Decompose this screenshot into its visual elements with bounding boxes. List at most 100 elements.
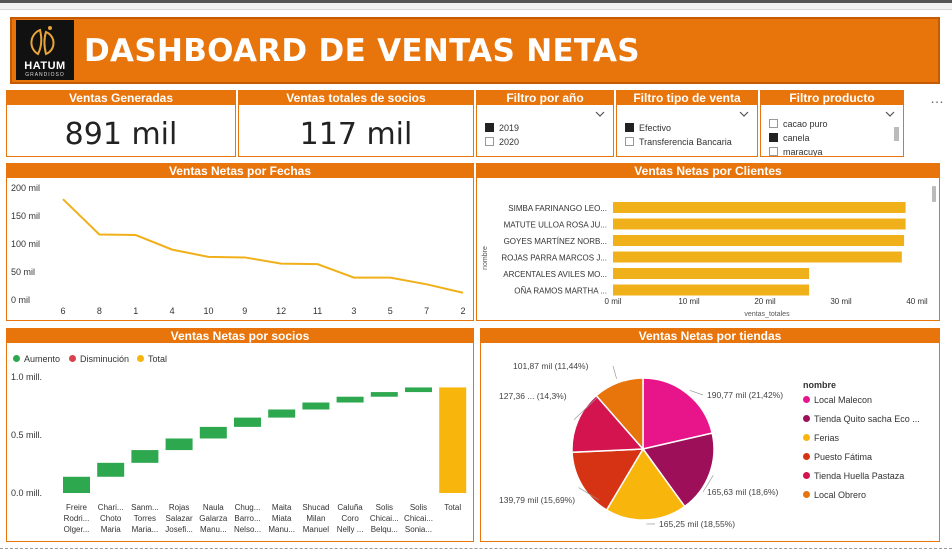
brand-logo: HATUM GRANDIOSO bbox=[16, 20, 74, 80]
chevron-down-icon[interactable] bbox=[885, 109, 895, 120]
x-tick-label: Milan bbox=[306, 514, 325, 523]
filter-option-transferencia[interactable]: Transferencia Bancaria bbox=[625, 137, 732, 147]
increase-bar bbox=[268, 409, 296, 418]
legend-item: Puesto Fátima bbox=[814, 452, 872, 462]
legend-marker bbox=[803, 453, 810, 460]
checkbox-icon[interactable] bbox=[769, 133, 778, 142]
slicer-scrollbar[interactable] bbox=[894, 127, 899, 141]
x-tick-label: 4 bbox=[170, 306, 175, 316]
x-tick-label: Solis bbox=[376, 503, 393, 512]
chart-socios-panel: Ventas Netas por socios Aumento Disminuc… bbox=[6, 328, 474, 542]
x-tick-label: Total bbox=[444, 503, 461, 512]
x-tick-label: Chicai... bbox=[404, 514, 433, 523]
kpi-value: 117 mil bbox=[299, 117, 413, 152]
increase-dot-icon bbox=[13, 355, 20, 362]
checkbox-icon[interactable] bbox=[769, 147, 778, 156]
x-tick-label: Josefi... bbox=[165, 525, 193, 534]
chart-title: Ventas Netas por tiendas bbox=[481, 329, 939, 343]
increase-bar bbox=[131, 450, 159, 463]
x-tick-label: Manu... bbox=[200, 525, 227, 534]
y-tick-label: 50 mil bbox=[11, 267, 35, 277]
kpi-label: Ventas totales de socios bbox=[239, 91, 473, 105]
filter-option-efectivo[interactable]: Efectivo bbox=[625, 123, 671, 133]
filter-year-slicer[interactable]: Filtro por año 2019 2020 bbox=[476, 90, 614, 157]
cacao-logo-icon bbox=[30, 26, 55, 56]
category-label: OÑA RAMOS MARTHA ... bbox=[514, 287, 607, 296]
legend-total[interactable]: Total bbox=[137, 354, 167, 364]
increase-bar bbox=[97, 462, 125, 477]
legend-item: Ferias bbox=[814, 433, 840, 443]
x-tick-label: Caluña bbox=[337, 503, 363, 512]
chevron-down-icon[interactable] bbox=[739, 109, 749, 120]
x-tick-label: 20 mil bbox=[754, 297, 776, 306]
chevron-down-icon[interactable] bbox=[595, 109, 605, 120]
category-label: ROJAS PARRA MARCOS J... bbox=[501, 254, 607, 263]
x-tick-label: Coro bbox=[341, 514, 359, 523]
x-tick-label: Maria bbox=[101, 525, 122, 534]
y-tick-label: 0 mil bbox=[11, 295, 30, 305]
chart-clientes-panel: Ventas Netas por Clientes nombre SIMBA FA… bbox=[476, 163, 940, 321]
legend-aumento[interactable]: Aumento bbox=[13, 354, 60, 364]
logo-text: HATUM bbox=[24, 60, 66, 72]
x-tick-label: 12 bbox=[276, 306, 286, 316]
x-tick-label: 3 bbox=[351, 306, 356, 316]
bar-chart-clientes[interactable]: nombre SIMBA FARINANGO LEO... MATUTE ULLOA… bbox=[477, 178, 939, 320]
x-tick-label: 7 bbox=[424, 306, 429, 316]
legend-item: Local Malecon bbox=[814, 395, 872, 405]
client-bar bbox=[613, 268, 810, 279]
filter-option-2019[interactable]: 2019 bbox=[485, 123, 519, 133]
client-bar bbox=[613, 202, 906, 213]
legend-disminucion[interactable]: Disminución bbox=[69, 354, 129, 364]
increase-bar bbox=[165, 438, 193, 451]
chart-title: Ventas Netas por Clientes bbox=[477, 164, 939, 178]
x-tick-label: Sonia... bbox=[405, 525, 432, 534]
chart-title: Ventas Netas por Fechas bbox=[7, 164, 473, 178]
fechas-series-line bbox=[62, 198, 464, 294]
more-options-icon[interactable]: … bbox=[930, 90, 944, 106]
waterfall-chart-socios[interactable]: 1.0 mill. 0.5 mill. 0.0 mill. Freire Rodri..… bbox=[7, 365, 473, 541]
checkbox-icon[interactable] bbox=[485, 137, 494, 146]
data-label: 101,87 mil (11,44%) bbox=[513, 361, 589, 371]
filter-label: Filtro por año bbox=[477, 91, 613, 105]
x-tick-label: Nelso... bbox=[234, 525, 261, 534]
leader-line bbox=[612, 365, 617, 379]
y-tick-label: 200 mil bbox=[11, 183, 40, 193]
x-tick-label: Maria... bbox=[132, 525, 159, 534]
chart-tiendas-panel: Ventas Netas por tiendas 190,77 mil (21,… bbox=[480, 328, 940, 542]
client-bar bbox=[613, 235, 905, 246]
x-tick-label: 11 bbox=[313, 306, 322, 316]
x-tick-label: 2 bbox=[460, 306, 465, 316]
chart-title: Ventas Netas por socios bbox=[7, 329, 473, 343]
line-chart-fechas[interactable]: 200 mil 150 mil 100 mil 50 mil 0 mil 6 8 1 4 10 9 1… bbox=[7, 178, 473, 320]
kpi-ventas-socios: Ventas totales de socios 117 mil bbox=[238, 90, 474, 157]
filter-option-2020[interactable]: 2020 bbox=[485, 137, 519, 147]
x-tick-label: Choto bbox=[100, 514, 122, 523]
filter-product-slicer[interactable]: Filtro producto cacao puro canela maracu… bbox=[760, 90, 904, 157]
pie-chart-tiendas[interactable]: 190,77 mil (21,42%) 165,63 mil (18,6%) 165… bbox=[481, 343, 939, 541]
legend-item: Tienda Quito sacha Eco ... bbox=[814, 414, 920, 424]
x-tick-label: Sanm... bbox=[131, 503, 159, 512]
decrease-dot-icon bbox=[69, 355, 76, 362]
filter-sale-type-slicer[interactable]: Filtro tipo de venta Efectivo Transferen… bbox=[616, 90, 758, 157]
data-label: 190,77 mil (21,42%) bbox=[707, 390, 783, 400]
increase-bar bbox=[370, 392, 398, 397]
top-toolbar-strip bbox=[0, 0, 952, 10]
checkbox-icon[interactable] bbox=[625, 137, 634, 146]
checkbox-icon[interactable] bbox=[769, 119, 778, 128]
legend-item: Tienda Huella Pastaza bbox=[814, 471, 904, 481]
x-tick-label: Manuel bbox=[303, 525, 329, 534]
filter-option-canela[interactable]: canela bbox=[769, 133, 810, 143]
total-dot-icon bbox=[137, 355, 144, 362]
checkbox-icon[interactable] bbox=[625, 123, 634, 132]
y-tick-label: 150 mil bbox=[11, 211, 40, 221]
checkbox-icon[interactable] bbox=[485, 123, 494, 132]
x-tick-label: Salazar bbox=[166, 514, 193, 523]
filter-option-maracuya[interactable]: maracuya bbox=[769, 147, 823, 156]
legend-marker bbox=[803, 434, 810, 441]
x-tick-label: Miata bbox=[272, 514, 292, 523]
total-bar bbox=[439, 387, 467, 493]
x-tick-label: 1 bbox=[133, 306, 138, 316]
y-axis-title: nombre bbox=[482, 246, 489, 270]
filter-option-cacao[interactable]: cacao puro bbox=[769, 119, 828, 129]
category-label: MATUTE ULLOA ROSA JU... bbox=[504, 221, 607, 230]
